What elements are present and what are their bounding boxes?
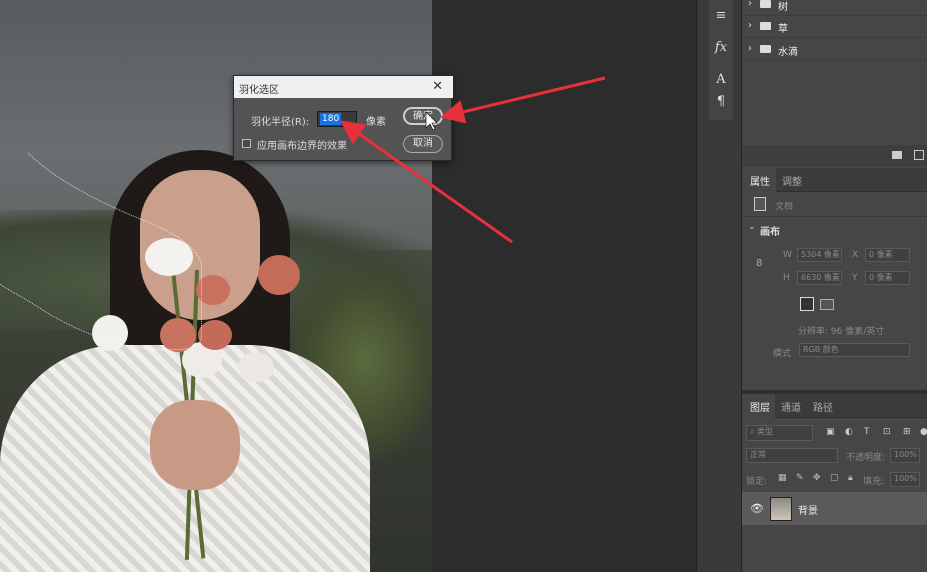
white-rose — [238, 352, 274, 382]
apply-edge-label: 应用画布边界的效果 — [257, 141, 347, 152]
layer-name: 背景 — [798, 506, 818, 517]
x-field[interactable]: 0 像素 — [865, 248, 910, 262]
chevron-right-icon[interactable]: › — [748, 20, 752, 31]
chevron-down-icon[interactable]: ⌄ — [748, 222, 756, 232]
document-label: 文档 — [775, 202, 794, 212]
feather-radius-input[interactable]: 180 — [317, 111, 357, 127]
cancel-button[interactable]: 取消 — [403, 135, 443, 153]
properties-tabbar: 属性 调整 — [742, 168, 927, 192]
pink-rose — [258, 255, 300, 295]
tab-adjustments[interactable]: 调整 — [782, 173, 802, 188]
new-layer-icon[interactable] — [914, 150, 924, 160]
unit-label: 像素 — [366, 117, 386, 128]
portrait-orientation-icon[interactable] — [800, 297, 814, 311]
mode-label: 模式 — [773, 349, 792, 359]
panel-icon-strip: ≡ fx A ¶ — [696, 0, 742, 572]
y-field[interactable]: 0 像素 — [865, 271, 910, 285]
chevron-right-icon[interactable]: › — [748, 0, 752, 9]
width-label: W — [783, 250, 792, 260]
layer-group-label: 草 — [778, 24, 788, 35]
lock-move-icon[interactable]: ✥ — [813, 473, 821, 483]
layer-group-row[interactable]: › 草 — [742, 16, 927, 38]
layer-group-row[interactable]: › 水滴 — [742, 39, 927, 61]
ok-button[interactable]: 确定 — [403, 107, 443, 125]
layers-tabbar: 图层 通道 路径 — [742, 394, 927, 418]
fill-label: 填充: — [863, 477, 885, 487]
resolution-text: 分辨率: 96 像素/英寸 — [798, 327, 885, 337]
character-icon[interactable]: A — [711, 70, 731, 90]
tab-properties[interactable]: 属性 — [750, 173, 770, 188]
photo-hands — [150, 400, 240, 490]
blend-mode-select[interactable]: 正常 — [746, 448, 838, 463]
white-rose — [145, 238, 193, 276]
lock-label: 锁定: — [746, 477, 768, 487]
link-icon[interactable]: 8 — [756, 258, 762, 269]
landscape-orientation-icon[interactable] — [820, 299, 834, 310]
eye-visibility-icon[interactable]: 👁︎ — [750, 502, 764, 515]
document-icon — [754, 197, 766, 211]
folder-icon — [760, 0, 771, 8]
adjust-sliders-icon[interactable]: ≡ — [711, 6, 731, 26]
lock-transparent-icon[interactable]: ▦ — [778, 473, 787, 483]
paragraph-icon[interactable]: ¶ — [711, 92, 731, 112]
shape-filter-icon[interactable]: ⊡ — [883, 427, 891, 437]
layer-group-label: 水滴 — [778, 47, 798, 58]
x-label: X — [852, 250, 859, 260]
lock-artboard-icon[interactable]: ▢ — [830, 473, 839, 483]
adjustment-filter-icon[interactable]: ◐ — [845, 427, 853, 437]
height-field[interactable]: 6630 像素 — [797, 271, 842, 285]
pixel-filter-icon[interactable]: ▣ — [826, 427, 835, 437]
feather-selection-dialog: 羽化选区 ✕ 羽化半径(R): 180 像素 确定 应用画布边界的效果 取消 — [233, 75, 453, 161]
close-icon[interactable]: ✕ — [432, 79, 443, 94]
type-filter-icon[interactable]: T — [864, 427, 870, 437]
folder-icon — [760, 45, 771, 53]
tab-layers[interactable]: 图层 — [750, 399, 770, 414]
pink-rose — [160, 318, 196, 352]
white-rose — [92, 315, 128, 351]
layer-filter-select[interactable]: ⌕ 类型 — [746, 425, 813, 441]
canvas-section-title: 画布 — [760, 227, 780, 238]
filter-toggle-icon[interactable]: ● — [920, 427, 927, 437]
mode-select[interactable]: RGB 颜色 — [799, 343, 910, 357]
search-icon: ⌕ — [750, 427, 755, 436]
filter-type-text: 类型 — [757, 427, 774, 436]
layer-row-background[interactable]: 👁︎ 背景 — [742, 492, 927, 525]
smart-object-filter-icon[interactable]: ⊞ — [903, 427, 911, 437]
opacity-field[interactable]: 100% — [890, 448, 920, 463]
folder-icon — [760, 22, 771, 30]
width-field[interactable]: 5304 像素 — [797, 248, 842, 262]
divider — [742, 216, 927, 217]
tab-channels[interactable]: 通道 — [781, 399, 801, 414]
chevron-right-icon[interactable]: › — [748, 43, 752, 54]
right-panels: › 树 › 草 › 水滴 属性 调整 文档 ⌄ 画布 W 5304 像素 X 0… — [742, 0, 927, 572]
tab-paths[interactable]: 路径 — [813, 399, 833, 414]
apply-edge-checkbox[interactable] — [242, 139, 251, 148]
fx-icon[interactable]: fx — [711, 38, 731, 58]
panel-footer — [742, 145, 927, 167]
document-background — [432, 0, 696, 572]
dialog-title: 羽化选区 — [234, 76, 453, 98]
pink-rose — [198, 320, 232, 350]
feather-radius-label: 羽化半径(R): — [251, 117, 310, 128]
lock-paint-icon[interactable]: ✎ — [796, 473, 804, 483]
y-label: Y — [852, 273, 858, 283]
lock-all-icon[interactable]: 🔒︎ — [848, 473, 853, 483]
pink-rose — [196, 275, 230, 305]
opacity-label: 不透明度: — [846, 453, 886, 463]
height-label: H — [783, 273, 790, 283]
layer-group-row[interactable]: › 树 — [742, 0, 927, 16]
new-group-icon[interactable] — [892, 151, 902, 159]
fill-field[interactable]: 100% — [890, 472, 920, 487]
feather-radius-value: 180 — [320, 113, 342, 125]
layer-group-label: 树 — [778, 2, 788, 13]
layer-thumbnail — [770, 497, 792, 521]
